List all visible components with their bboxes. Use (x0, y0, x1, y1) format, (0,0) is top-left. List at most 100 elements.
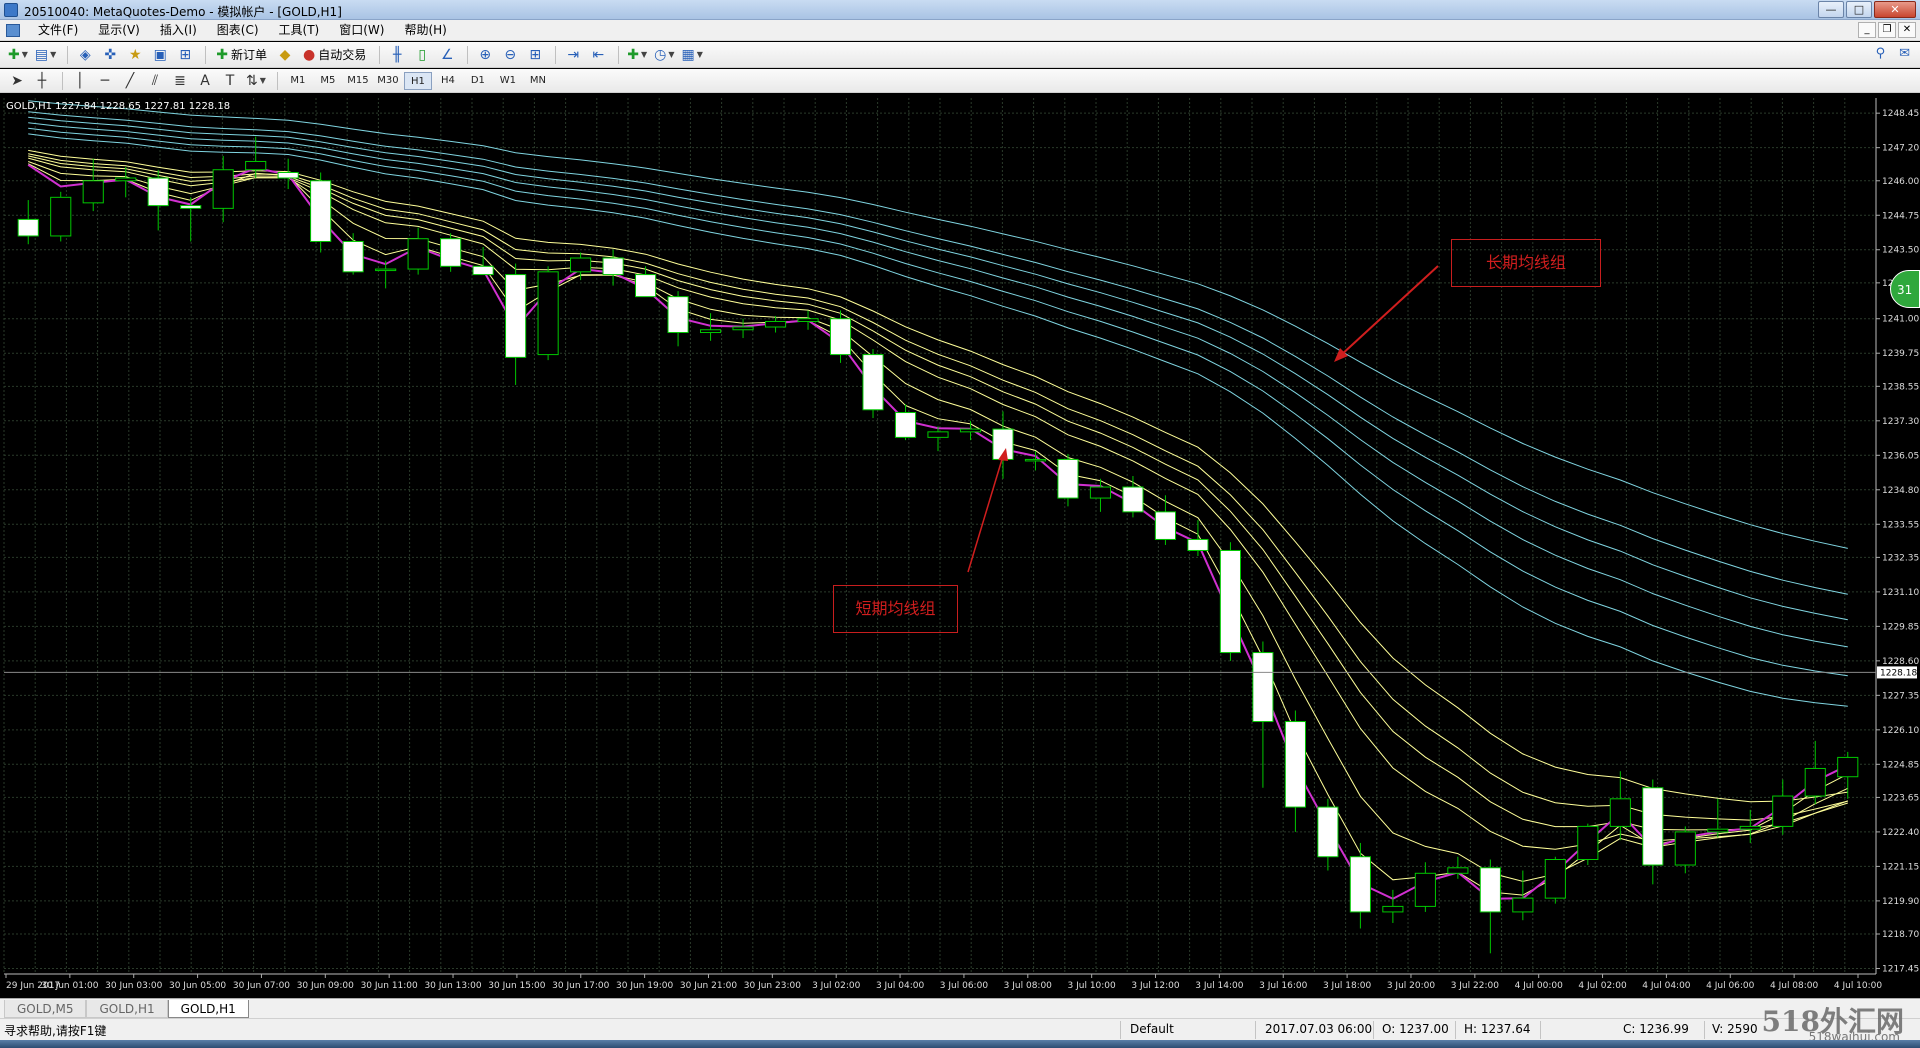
x-tick-label: 3 Jul 20:00 (1387, 981, 1436, 991)
chart-window[interactable]: 1248.451247.201246.001244.751243.501242.… (0, 94, 1920, 998)
new-chart-button[interactable]: ✚ ▼ (6, 45, 30, 65)
candle-body (1057, 458, 1079, 499)
y-tick-label: 1233.55 (1882, 520, 1919, 530)
indicators-button[interactable]: ✚ ▼ (625, 45, 649, 65)
text-tool-button[interactable]: A (194, 71, 216, 91)
timeframe-d1[interactable]: D1 (464, 72, 492, 90)
tile-windows-button[interactable]: ⊞ (524, 45, 546, 65)
candle-body (1642, 787, 1664, 866)
crosshair-tool-button[interactable]: ┼ (31, 71, 53, 91)
x-tick-label: 30 Jun 19:00 (616, 981, 673, 991)
profiles-button[interactable]: ▤ ▼ (33, 45, 58, 65)
tab-gold-h1-active[interactable]: GOLD,H1 (167, 1000, 249, 1018)
terminal-button[interactable]: ▣ (149, 45, 171, 65)
zoom-in-button[interactable]: ⊕ (474, 45, 496, 65)
x-tick-label: 4 Jul 08:00 (1770, 981, 1819, 991)
maximize-button[interactable]: □ (1846, 1, 1872, 18)
window-controls: — □ ✕ (1818, 1, 1916, 18)
periods-button[interactable]: ◷ ▼ (652, 45, 676, 65)
status-close: C: 1236.99 (1623, 1022, 1689, 1036)
timeframe-m30[interactable]: M30 (374, 72, 402, 90)
mdi-minimize-button[interactable]: _ (1858, 22, 1876, 38)
trendline-button[interactable]: ╱ (119, 71, 141, 91)
y-tick-label: 1244.75 (1882, 211, 1919, 221)
navigator-button[interactable]: ★ (124, 45, 146, 65)
candle-body (245, 160, 267, 171)
chat-icon[interactable]: ✉ (1899, 46, 1910, 61)
toolbar-separator (62, 71, 63, 90)
menu-view[interactable]: 显示(V) (88, 20, 150, 41)
chart-shift-button[interactable]: ⇤ (587, 45, 609, 65)
candle-body (1707, 828, 1729, 833)
menu-file[interactable]: 文件(F) (28, 20, 88, 41)
tab-gold-h1[interactable]: GOLD,H1 (86, 1000, 168, 1018)
moving-averages (27, 100, 1849, 900)
y-tick-label: 1229.85 (1882, 622, 1919, 632)
dropdown-arrow-icon: ▼ (50, 50, 57, 59)
status-divider (1255, 1021, 1256, 1039)
candlestick-button[interactable]: ▯ (411, 45, 433, 65)
arrows-button[interactable]: ⇅ ▼ (244, 71, 268, 91)
candle-body (667, 296, 689, 334)
cursor-tool-button[interactable]: ➤ (6, 71, 28, 91)
vertical-line-button[interactable]: │ (69, 71, 91, 91)
one-click-trading-badge[interactable]: 31 (1890, 270, 1920, 308)
zoom-out-button[interactable]: ⊖ (499, 45, 521, 65)
channel-button[interactable]: ⫽ (144, 71, 166, 91)
timeframe-w1[interactable]: W1 (494, 72, 522, 90)
plus-icon: ✚ (8, 46, 20, 63)
minimize-button[interactable]: — (1818, 1, 1844, 18)
data-window-button[interactable]: ✜ (99, 45, 121, 65)
candle-body (732, 326, 754, 331)
y-tick-label: 1238.55 (1882, 382, 1919, 392)
candle-body (699, 329, 722, 334)
market-watch-button[interactable]: ◈ (74, 45, 96, 65)
document-icon[interactable] (6, 23, 20, 37)
fibonacci-button[interactable]: ≣ (169, 71, 191, 91)
status-divider (1373, 1021, 1374, 1039)
candle-body (310, 180, 332, 242)
candlestick-icon: ▯ (418, 46, 427, 63)
menu-window[interactable]: 窗口(W) (329, 20, 394, 41)
close-button[interactable]: ✕ (1874, 1, 1916, 18)
menu-charts[interactable]: 图表(C) (207, 20, 269, 41)
candle-body (1772, 795, 1794, 827)
mdi-close-button[interactable]: ✕ (1898, 22, 1916, 38)
timeframe-mn[interactable]: MN (524, 72, 552, 90)
search-icon[interactable]: ⚲ (1876, 46, 1886, 61)
x-tick-label: 3 Jul 18:00 (1323, 981, 1372, 991)
candle-body (1187, 538, 1209, 551)
strategy-tester-button[interactable]: ⊞ (174, 45, 196, 65)
line-chart-button[interactable]: ∠ (436, 45, 458, 65)
candle-body (537, 271, 559, 356)
autoscroll-button[interactable]: ⇥ (562, 45, 584, 65)
templates-icon: ▦ (681, 46, 695, 63)
candle-body (862, 354, 884, 411)
auto-trading-button[interactable]: ● 自动交易 (299, 45, 370, 65)
status-profile: Default (1130, 1022, 1174, 1036)
status-divider (1704, 1021, 1705, 1039)
candle-body (764, 320, 787, 328)
menu-help[interactable]: 帮助(H) (394, 20, 456, 41)
timeframe-m5[interactable]: M5 (314, 72, 342, 90)
y-tick-label: 1246.00 (1882, 177, 1919, 187)
menu-insert[interactable]: 插入(I) (150, 20, 207, 41)
timeframe-m15[interactable]: M15 (344, 72, 372, 90)
candle-body (1512, 897, 1534, 913)
bar-chart-button[interactable]: ╫ (386, 45, 408, 65)
timeframe-h4[interactable]: H4 (434, 72, 462, 90)
tab-gold-m5[interactable]: GOLD,M5 (4, 1000, 87, 1018)
price-chart[interactable]: 1248.451247.201246.001244.751243.501242.… (0, 94, 1920, 998)
mdi-restore-button[interactable]: ❐ (1878, 22, 1896, 38)
candle-body (829, 318, 852, 356)
timeframe-m1[interactable]: M1 (284, 72, 312, 90)
metaeditor-button[interactable]: ◆ (274, 45, 296, 65)
text-label-button[interactable]: T (219, 71, 241, 91)
templates-button[interactable]: ▦ ▼ (680, 45, 705, 65)
candle-body (1284, 721, 1306, 808)
horizontal-line-button[interactable]: ─ (94, 71, 116, 91)
new-order-button[interactable]: ✚ 新订单 (212, 45, 271, 65)
toolbar-separator (67, 45, 69, 64)
timeframe-h1[interactable]: H1 (403, 71, 432, 90)
menu-tools[interactable]: 工具(T) (269, 20, 330, 41)
